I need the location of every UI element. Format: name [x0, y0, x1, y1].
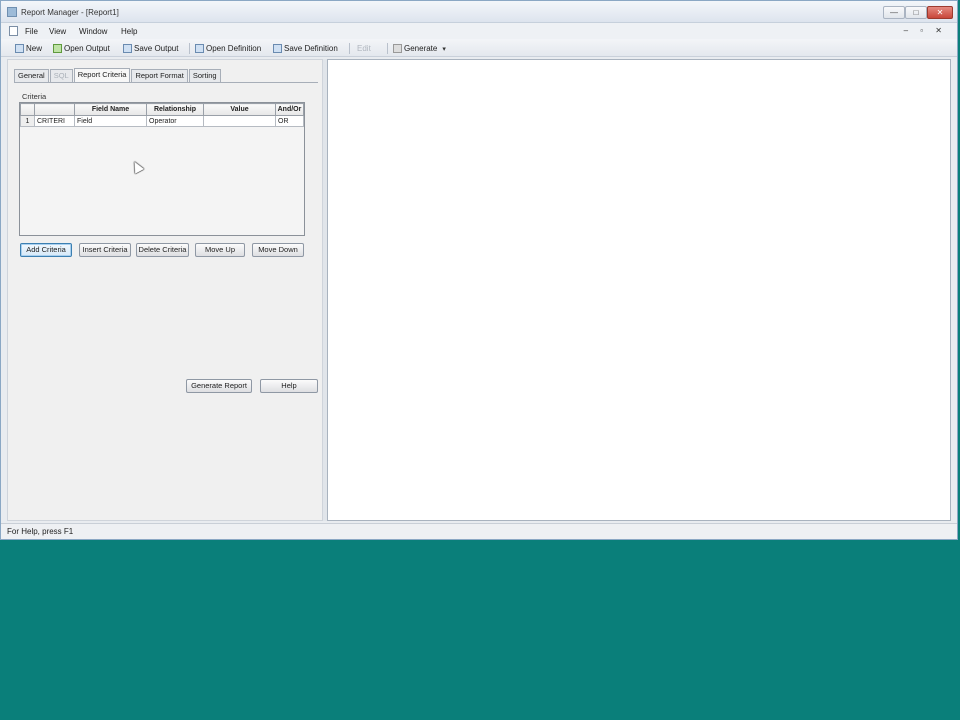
move-up-button[interactable]: Move Up — [195, 243, 245, 257]
chevron-down-icon[interactable]: ▾ — [442, 45, 446, 53]
table-row[interactable]: 1 CRITERI Field Operator OR — [20, 115, 304, 127]
open-folder-icon — [53, 44, 62, 53]
mdi-window-controls[interactable]: – ▫ ✕ — [904, 26, 947, 35]
save-disk-icon — [123, 44, 132, 53]
maximize-button[interactable]: □ — [905, 6, 927, 19]
open-definition-icon — [195, 44, 204, 53]
toolbar: New Open Output Save Output Open Definit… — [1, 39, 957, 57]
save-definition-icon — [273, 44, 282, 53]
report-definition-pane: General SQL Report Criteria Report Forma… — [7, 59, 323, 521]
menu-bar: File View Window Help – ▫ ✕ — [1, 23, 957, 39]
menu-file[interactable]: File — [25, 27, 38, 36]
new-button[interactable]: New — [15, 42, 42, 55]
menu-window[interactable]: Window — [79, 27, 107, 36]
minimize-button[interactable]: — — [883, 6, 905, 19]
col-header-and-or[interactable]: And/Or — [275, 103, 304, 116]
open-definition-button[interactable]: Open Definition — [195, 42, 261, 55]
open-output-button[interactable]: Open Output — [53, 42, 110, 55]
criteria-grid[interactable]: Field Name Relationship Value And/Or 1 C… — [19, 102, 305, 236]
close-button[interactable]: ✕ — [927, 6, 953, 19]
criteria-group-label: Criteria — [22, 92, 47, 101]
move-down-button[interactable]: Move Down — [252, 243, 304, 257]
col-header-value[interactable]: Value — [203, 103, 276, 116]
col-header-relationship[interactable]: Relationship — [146, 103, 204, 116]
toolbar-separator — [189, 43, 190, 54]
status-bar: For Help, press F1 — [1, 523, 957, 539]
save-output-button[interactable]: Save Output — [123, 42, 178, 55]
generate-report-button[interactable]: Generate Report — [186, 379, 252, 393]
save-definition-button[interactable]: Save Definition — [273, 42, 338, 55]
criteria-id-cell[interactable]: CRITERI — [34, 115, 75, 127]
menu-view[interactable]: View — [49, 27, 66, 36]
menu-help[interactable]: Help — [121, 27, 137, 36]
row-number-cell[interactable]: 1 — [20, 115, 35, 127]
criteria-header-row: Field Name Relationship Value And/Or — [20, 103, 304, 116]
edit-button[interactable]: Edit — [357, 42, 371, 55]
delete-criteria-button[interactable]: Delete Criteria — [136, 243, 189, 257]
title-bar[interactable]: Report Manager - [Report1] — □ ✕ — [1, 1, 957, 23]
tab-sorting[interactable]: Sorting — [188, 69, 221, 82]
relationship-cell[interactable]: Operator — [146, 115, 204, 127]
app-icon — [7, 7, 17, 17]
col-header-indicator — [20, 103, 35, 116]
tab-report-criteria[interactable]: Report Criteria — [73, 68, 131, 82]
document-icon — [9, 26, 18, 36]
new-document-icon — [15, 44, 24, 53]
tab-sql[interactable]: SQL — [49, 69, 73, 82]
help-button[interactable]: Help — [260, 379, 318, 393]
tab-divider — [14, 82, 318, 83]
and-or-cell[interactable]: OR — [275, 115, 304, 127]
criteria-table: Field Name Relationship Value And/Or 1 C… — [20, 103, 304, 127]
toolbar-separator — [387, 43, 388, 54]
col-header-id — [34, 103, 75, 116]
report-output-pane[interactable] — [327, 59, 951, 521]
field-name-cell[interactable]: Field — [74, 115, 147, 127]
tab-general[interactable]: General — [14, 69, 49, 82]
value-cell[interactable] — [203, 115, 276, 127]
generate-icon — [393, 44, 402, 53]
status-text: For Help, press F1 — [7, 527, 74, 536]
insert-criteria-button[interactable]: Insert Criteria — [79, 243, 131, 257]
toolbar-separator — [349, 43, 350, 54]
tab-strip: General SQL Report Criteria Report Forma… — [14, 68, 222, 83]
add-criteria-button[interactable]: Add Criteria — [20, 243, 72, 257]
col-header-field-name[interactable]: Field Name — [74, 103, 147, 116]
window-title: Report Manager - [Report1] — [21, 8, 119, 17]
tab-report-format[interactable]: Report Format — [131, 69, 188, 82]
app-window: Report Manager - [Report1] — □ ✕ File Vi… — [0, 0, 958, 540]
generate-button[interactable]: Generate ▾ — [393, 42, 446, 55]
